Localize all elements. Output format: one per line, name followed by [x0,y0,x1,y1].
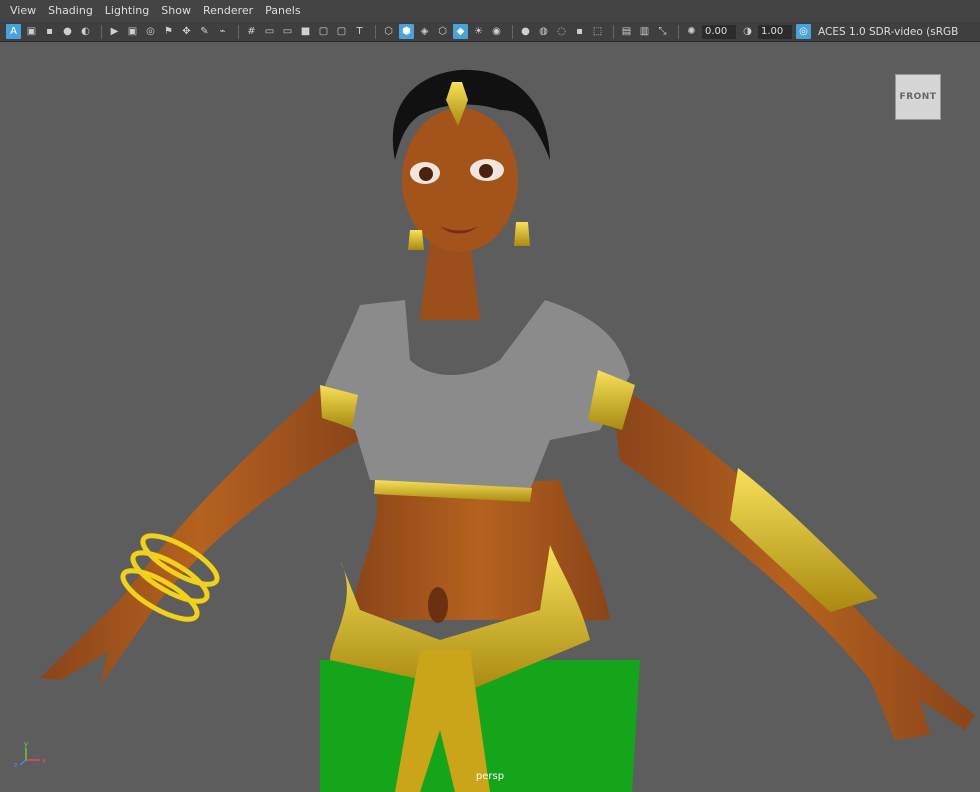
axis-z-line [19,759,27,766]
axis-gizmo: y x z [14,740,46,768]
axis-z-label: z [14,761,18,768]
right-earring [514,222,530,246]
maya-viewport-window: View Shading Lighting Show Renderer Pane… [0,0,980,792]
left-iris [419,167,433,181]
camera-name-label: persp [475,771,505,782]
left-arm [40,380,360,686]
left-earring [408,230,424,250]
axis-y-label: y [24,740,28,748]
axis-x-label: x [42,757,46,765]
neck [420,240,480,320]
navel [428,587,448,623]
view-cube[interactable]: FRONT [895,74,941,120]
blouse [325,300,630,490]
right-iris [479,164,493,178]
character-model [40,69,975,792]
